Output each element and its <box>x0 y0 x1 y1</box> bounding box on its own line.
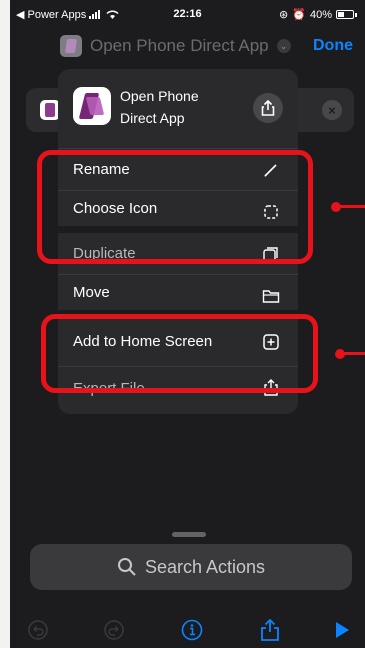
status-right: ⊛ ⏰ 40% <box>279 8 357 21</box>
highlight-pointer-line <box>342 352 365 355</box>
nav-bar: Open Phone Direct App ⌄ Done <box>10 33 365 63</box>
powerapps-icon <box>73 87 111 125</box>
battery-percent: 40% <box>309 8 332 21</box>
highlight-box-add-to-home-screen <box>41 314 318 393</box>
done-button[interactable]: Done <box>313 37 353 55</box>
menu-item-label: Move <box>73 284 110 301</box>
search-placeholder: Search Actions <box>144 556 266 577</box>
share-icon <box>261 100 275 116</box>
info-button[interactable] <box>180 618 204 642</box>
bottom-toolbar <box>10 610 365 648</box>
play-icon <box>336 622 349 638</box>
battery-icon <box>336 10 354 19</box>
alarm-icon: ⏰ <box>292 9 306 21</box>
highlight-pointer-line <box>338 205 365 208</box>
menu-header: Open Phone Direct App <box>58 69 298 149</box>
orientation-lock-icon: ⊛ <box>279 9 289 21</box>
actions-sheet: Search Actions <box>10 522 365 648</box>
run-button[interactable] <box>330 618 354 642</box>
app-icon-small <box>60 35 82 57</box>
folder-icon <box>262 290 280 303</box>
info-icon <box>181 619 203 641</box>
redo-button[interactable] <box>102 618 126 642</box>
redo-icon <box>104 620 124 640</box>
highlight-pointer-dot <box>335 349 345 359</box>
nav-title: Open Phone Direct App <box>90 36 269 55</box>
chevron-down-icon: ⌄ <box>276 39 291 53</box>
battery-tip <box>355 12 357 17</box>
share-button[interactable] <box>253 93 283 123</box>
sheet-grabber[interactable] <box>172 532 206 537</box>
highlight-box-rename-choose-icon <box>37 150 313 264</box>
phone-screen: ◀ Power Apps 22:16 ⊛ ⏰ 40% Open Phone Di… <box>10 0 365 648</box>
remove-icon: × <box>322 100 342 120</box>
highlight-pointer-dot <box>331 202 341 212</box>
undo-icon <box>28 620 48 640</box>
menu-item-move[interactable]: Move <box>58 275 298 317</box>
share-toolbar-button[interactable] <box>258 618 282 642</box>
action-app-icon <box>40 100 60 120</box>
menu-app-name: Open Phone Direct App <box>120 88 199 126</box>
search-actions-field[interactable]: Search Actions <box>30 544 352 590</box>
search-icon <box>117 558 136 576</box>
nav-title-button[interactable]: Open Phone Direct App ⌄ <box>60 35 291 57</box>
share-icon <box>261 619 279 641</box>
undo-button[interactable] <box>26 618 50 642</box>
status-bar: ◀ Power Apps 22:16 ⊛ ⏰ 40% <box>10 8 365 24</box>
